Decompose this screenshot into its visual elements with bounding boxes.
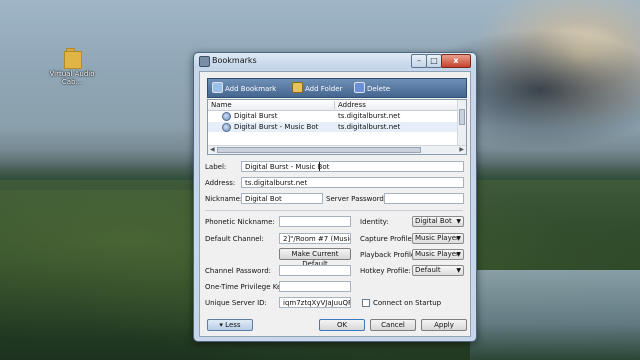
- bookmarks-window: Bookmarks – □ x Add Bookmark Add Folder …: [193, 52, 477, 342]
- maximize-button[interactable]: □: [426, 54, 442, 68]
- add-folder-label: Add Folder: [305, 85, 343, 93]
- column-header-address[interactable]: Address: [334, 101, 366, 109]
- phonetic-nickname-label: Phonetic Nickname:: [205, 218, 275, 226]
- title-bar[interactable]: Bookmarks – □ x: [194, 53, 476, 69]
- dialog-client-area: Add Bookmark Add Folder Delete Name Addr…: [199, 71, 471, 337]
- hotkey-profile-select[interactable]: Default ▼: [412, 265, 464, 276]
- list-item[interactable]: Digital Burst ts.digitalburst.net: [208, 111, 458, 121]
- river: [470, 270, 640, 360]
- vertical-scrollbar[interactable]: [457, 100, 466, 146]
- delete-label: Delete: [367, 85, 390, 93]
- cancel-button[interactable]: Cancel: [370, 319, 416, 331]
- server-password-input[interactable]: [384, 193, 464, 204]
- identity-select[interactable]: Digital Bot ▼: [412, 216, 464, 227]
- text-cursor: [319, 162, 320, 171]
- one-time-privilege-key-input[interactable]: [279, 281, 351, 292]
- chevron-down-icon: ▼: [456, 218, 461, 225]
- label-input[interactable]: Digital Burst - Music Bot: [241, 161, 464, 172]
- horizontal-scrollbar[interactable]: ◀ ▶: [208, 145, 466, 154]
- channel-password-label: Channel Password:: [205, 267, 272, 275]
- playback-profile-label: Playback Profile:: [360, 251, 418, 259]
- make-current-default-button[interactable]: Make Current Default: [279, 248, 351, 268]
- desktop-icon-virtual-audio-cable[interactable]: Virtual Audio Cab...: [46, 48, 98, 86]
- bookmark-name: Digital Burst: [234, 112, 278, 120]
- server-password-label: Server Password:: [326, 195, 387, 203]
- connect-on-startup-label: Connect on Startup: [373, 299, 442, 307]
- bookmark-address: ts.digitalburst.net: [338, 123, 401, 131]
- server-icon: [222, 123, 231, 132]
- capture-profile-value: Music Player: [415, 234, 459, 242]
- column-header-name[interactable]: Name: [211, 101, 232, 109]
- bookmark-add-icon: [212, 82, 223, 93]
- connect-on-startup-checkbox[interactable]: [362, 299, 370, 307]
- chevron-down-icon: ▼: [456, 235, 461, 242]
- unique-server-id-input[interactable]: iqm7ztqXyVJaJuuQFg=: [279, 297, 351, 308]
- apply-button[interactable]: Apply: [421, 319, 467, 331]
- teamspeak-icon: [199, 56, 210, 67]
- one-time-privilege-key-label: One-Time Privilege Key:: [205, 283, 288, 291]
- ok-button[interactable]: OK: [319, 319, 365, 331]
- nickname-input[interactable]: Digital Bot: [241, 193, 323, 204]
- scroll-left-icon[interactable]: ◀: [210, 146, 215, 154]
- add-bookmark-label: Add Bookmark: [225, 85, 277, 93]
- identity-label: Identity:: [360, 218, 389, 226]
- channel-password-input[interactable]: [279, 265, 351, 276]
- close-button[interactable]: x: [441, 54, 471, 68]
- folder-icon: [64, 48, 82, 69]
- folder-add-icon: [292, 82, 303, 93]
- section-divider: [205, 210, 463, 211]
- bookmark-name: Digital Burst - Music Bot: [234, 123, 319, 131]
- chevron-down-icon: ▼: [456, 267, 461, 274]
- desktop-icon-label: Virtual Audio Cab...: [49, 70, 95, 86]
- bookmark-toolbar: Add Bookmark Add Folder Delete: [207, 78, 467, 98]
- capture-profile-select[interactable]: Music Player ▼: [412, 233, 464, 244]
- chevron-down-icon: ▼: [456, 251, 461, 258]
- unique-server-id-label: Unique Server ID:: [205, 299, 267, 307]
- address-field-label: Address:: [205, 179, 236, 187]
- window-title: Bookmarks: [212, 56, 257, 65]
- hotkey-profile-label: Hotkey Profile:: [360, 267, 411, 275]
- delete-icon: [354, 82, 365, 93]
- add-bookmark-button[interactable]: Add Bookmark: [212, 82, 276, 94]
- default-channel-label: Default Channel:: [205, 235, 264, 243]
- default-channel-input[interactable]: 2]"/Room #7 (Music 1): [279, 233, 351, 244]
- address-input[interactable]: ts.digitalburst.net: [241, 177, 464, 188]
- bookmark-address: ts.digitalburst.net: [338, 112, 401, 120]
- identity-value: Digital Bot: [415, 217, 452, 225]
- minimize-button[interactable]: –: [411, 54, 427, 68]
- scroll-right-icon[interactable]: ▶: [459, 146, 464, 154]
- bookmarks-list[interactable]: Name Address Digital Burst ts.digitalbur…: [207, 99, 467, 155]
- less-button[interactable]: ▾ Less: [207, 319, 253, 331]
- scroll-thumb[interactable]: [459, 109, 465, 125]
- hotkey-profile-value: Default: [415, 266, 441, 274]
- label-field-label: Label:: [205, 163, 227, 171]
- add-folder-button[interactable]: Add Folder: [292, 82, 342, 94]
- scroll-thumb[interactable]: [217, 147, 421, 153]
- list-header: Name Address: [208, 100, 458, 111]
- server-icon: [222, 112, 231, 121]
- playback-profile-value: Music Player: [415, 250, 459, 258]
- playback-profile-select[interactable]: Music Player ▼: [412, 249, 464, 260]
- less-label: Less: [225, 321, 241, 329]
- capture-profile-label: Capture Profile:: [360, 235, 415, 243]
- phonetic-nickname-input[interactable]: [279, 216, 351, 227]
- nickname-field-label: Nickname:: [205, 195, 243, 203]
- delete-button[interactable]: Delete: [354, 82, 390, 94]
- list-item[interactable]: Digital Burst - Music Bot ts.digitalburs…: [208, 122, 458, 132]
